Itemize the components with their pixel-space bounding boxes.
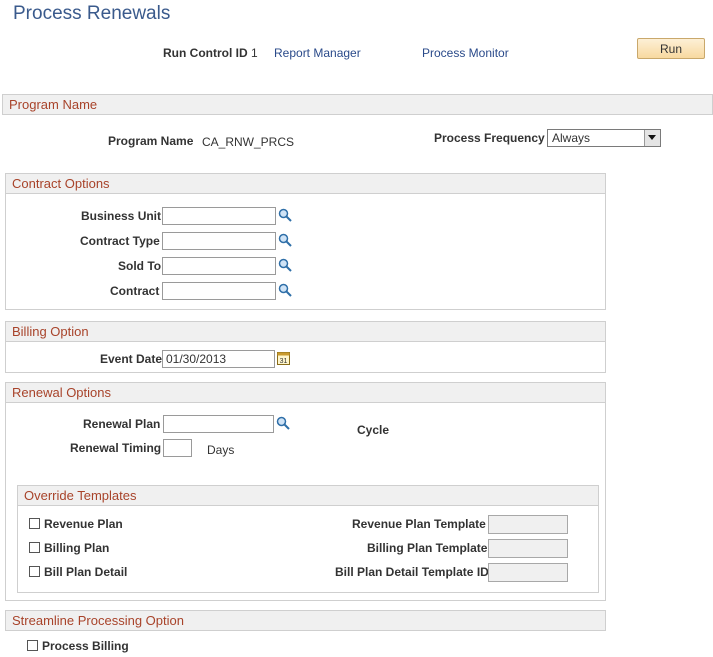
process-frequency-label: Process Frequency [434, 131, 545, 145]
run-button[interactable]: Run [637, 38, 705, 59]
bill-plan-detail-template-input [488, 563, 568, 582]
contract-input[interactable] [162, 282, 276, 300]
revenue-plan-template-label: Revenue Plan Template [352, 517, 486, 531]
search-icon[interactable] [278, 233, 292, 250]
renewal-options-header: Renewal Options [5, 382, 606, 403]
business-unit-label: Business Unit [81, 209, 162, 223]
program-name-value: CA_RNW_PRCS [202, 135, 295, 149]
sold-to-label: Sold To [118, 259, 162, 273]
process-billing-checkbox[interactable] [27, 640, 38, 651]
billing-plan-template-input [488, 539, 568, 558]
business-unit-input[interactable] [162, 207, 276, 225]
search-icon[interactable] [276, 416, 290, 433]
cycle-label: Cycle [357, 423, 390, 437]
page-title: Process Renewals [13, 3, 171, 24]
renewal-timing-input[interactable] [163, 439, 192, 457]
contract-type-label: Contract Type [80, 234, 160, 248]
renewal-plan-input[interactable] [163, 415, 274, 433]
streamline-processing-header: Streamline Processing Option [5, 610, 606, 631]
process-monitor-link[interactable]: Process Monitor [422, 46, 509, 60]
bill-plan-detail-template-label: Bill Plan Detail Template ID [335, 565, 489, 579]
renewal-timing-label: Renewal Timing [70, 441, 162, 455]
process-frequency-select[interactable]: Always [547, 129, 661, 147]
revenue-plan-checkbox[interactable] [29, 518, 40, 529]
billing-plan-label: Billing Plan [44, 541, 110, 555]
search-icon[interactable] [278, 208, 292, 225]
event-date-input[interactable]: 01/30/2013 [162, 350, 275, 368]
revenue-plan-template-input [488, 515, 568, 534]
process-frequency-value: Always [552, 131, 591, 145]
search-icon[interactable] [278, 258, 292, 275]
svg-text:31: 31 [280, 358, 288, 365]
report-manager-link[interactable]: Report Manager [274, 46, 361, 60]
contract-label: Contract [110, 284, 160, 298]
renewal-plan-label: Renewal Plan [83, 417, 161, 431]
sold-to-input[interactable] [162, 257, 276, 275]
program-name-section-header: Program Name [2, 94, 713, 115]
bill-plan-detail-checkbox[interactable] [29, 566, 40, 577]
billing-plan-template-label: Billing Plan Template [367, 541, 488, 555]
program-name-label: Program Name [108, 134, 194, 148]
billing-plan-checkbox[interactable] [29, 542, 40, 553]
run-control-id-label: Run Control ID [163, 46, 248, 60]
search-icon[interactable] [278, 283, 292, 300]
calendar-icon[interactable]: 31 [277, 351, 290, 368]
chevron-down-icon[interactable] [644, 130, 660, 146]
revenue-plan-label: Revenue Plan [44, 517, 123, 531]
run-control-id-value: 1 [251, 46, 258, 60]
process-billing-label: Process Billing [42, 639, 129, 653]
contract-options-header: Contract Options [5, 173, 606, 194]
billing-option-header: Billing Option [5, 321, 606, 342]
contract-type-input[interactable] [162, 232, 276, 250]
override-templates-header: Override Templates [17, 485, 599, 506]
days-label: Days [207, 443, 235, 457]
event-date-label: Event Date [100, 352, 163, 366]
bill-plan-detail-label: Bill Plan Detail [44, 565, 128, 579]
